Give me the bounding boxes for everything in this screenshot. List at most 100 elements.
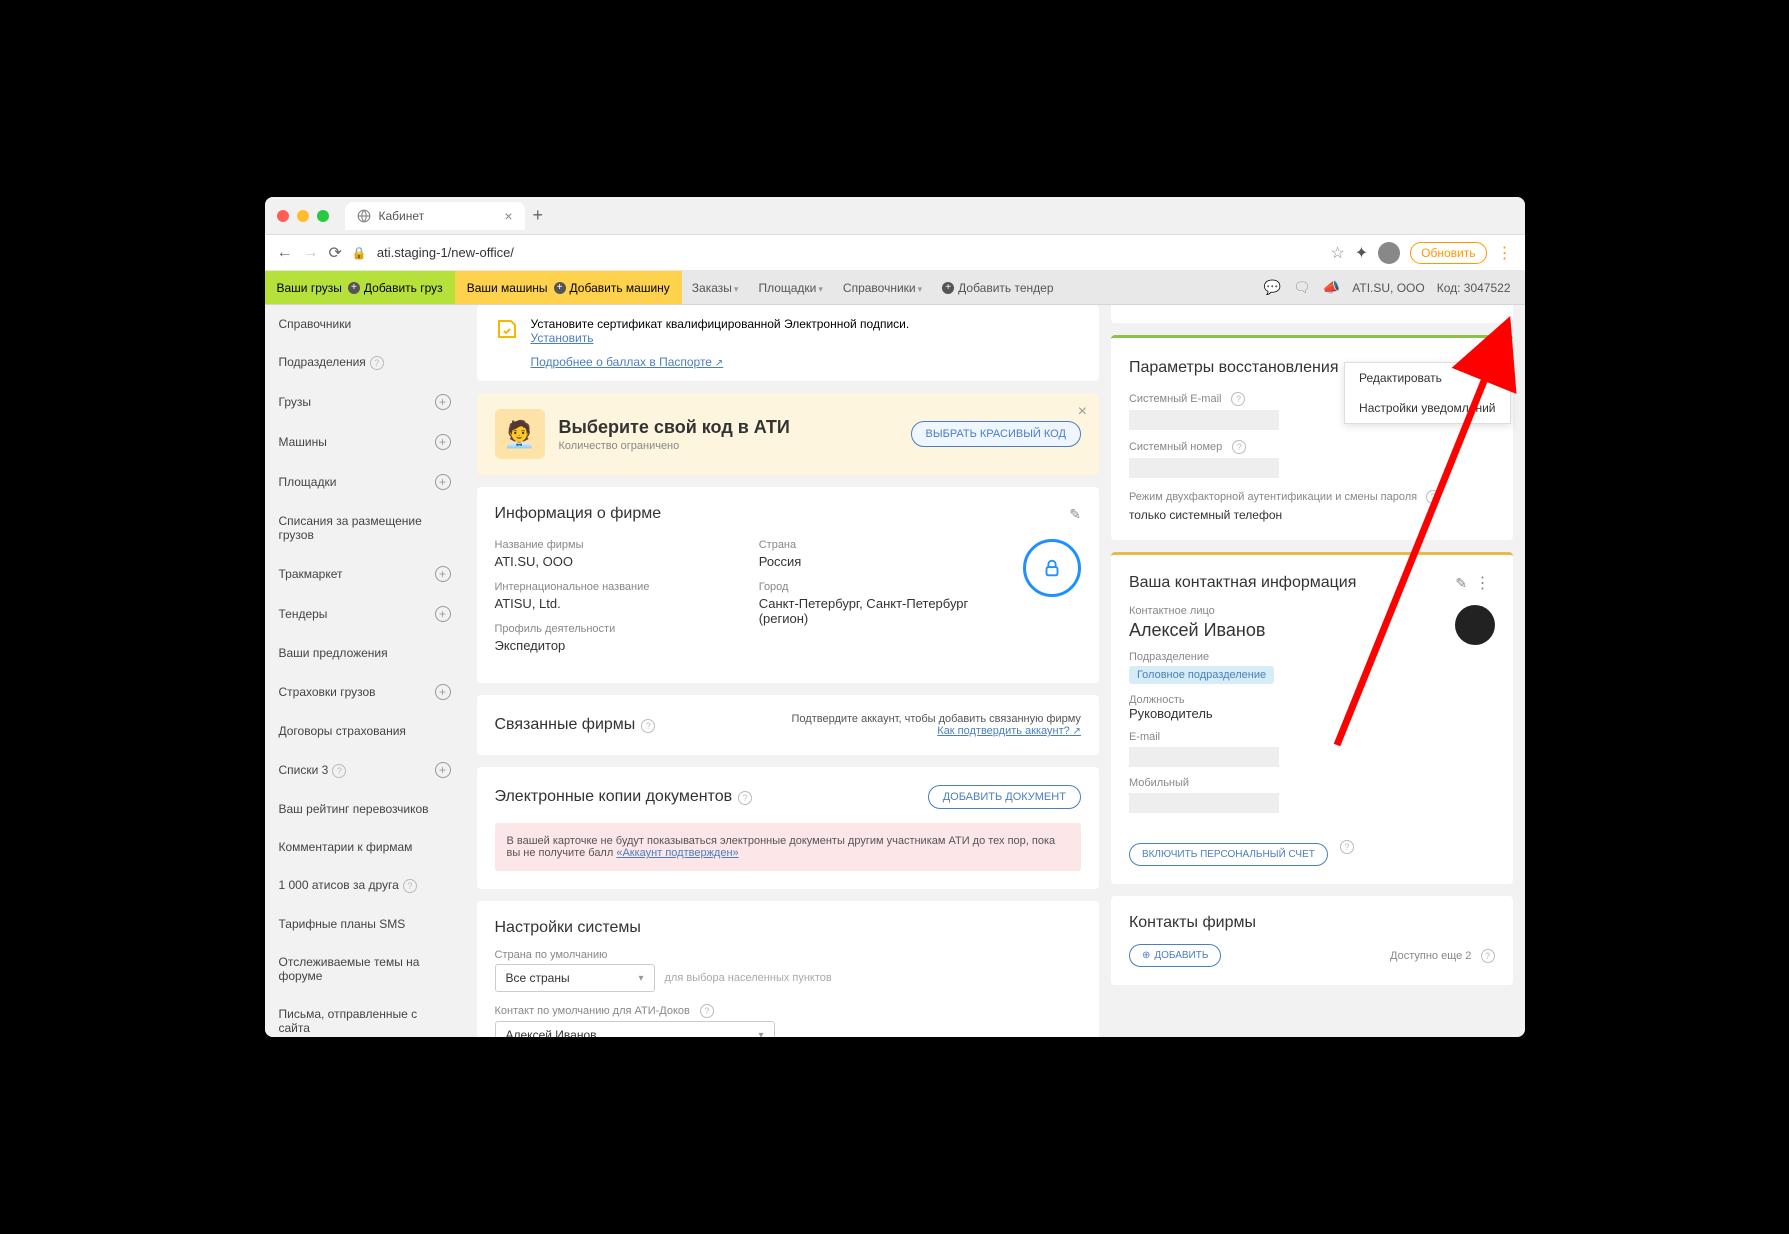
chevron-down-icon: ▾ — [758, 1030, 763, 1038]
sidebar-item[interactable]: Ваши предложения — [265, 634, 465, 672]
sidebar-item[interactable]: Комментарии к фирмам — [265, 828, 465, 866]
default-country-select[interactable]: Все страны▾ — [495, 964, 655, 992]
back-button[interactable]: ← — [277, 244, 293, 262]
forward-button[interactable]: → — [303, 244, 319, 262]
add-icon[interactable]: + — [435, 606, 451, 622]
sidebar-item[interactable]: Тарифные планы SMS — [265, 905, 465, 943]
plus-icon: + — [942, 282, 954, 294]
extensions-icon[interactable]: ✦ — [1355, 243, 1368, 263]
sidebar-item[interactable]: Страховки грузов+ — [265, 672, 465, 712]
add-contact-button[interactable]: ⊕ ДОБАВИТЬ — [1129, 944, 1221, 967]
sidebar-item[interactable]: Грузы+ — [265, 382, 465, 422]
refresh-button[interactable]: Обновить — [1410, 242, 1486, 264]
help-icon[interactable]: ? — [641, 719, 655, 733]
mode-value: только системный телефон — [1129, 508, 1495, 522]
reload-button[interactable]: ⟳ — [329, 243, 342, 263]
sidebar-item[interactable]: Справочники — [265, 305, 465, 343]
passport-link[interactable]: Подробнее о баллах в Паспорте — [531, 355, 724, 369]
browser-tab[interactable]: Кабинет × — [345, 202, 525, 230]
tab-title: Кабинет — [379, 209, 425, 223]
contact-dept-label: Подразделение — [1129, 651, 1495, 663]
globe-icon — [357, 209, 371, 223]
confirm-account-link[interactable]: Как подтвердить аккаунт? — [937, 725, 1081, 737]
sidebar-item[interactable]: 1 000 атисов за друга? — [265, 866, 465, 905]
bookmark-icon[interactable]: ☆ — [1330, 243, 1344, 263]
nav-vehicles[interactable]: Ваши машины +Добавить машину — [455, 271, 682, 304]
add-cargo-button[interactable]: +Добавить груз — [348, 281, 443, 295]
firm-name[interactable]: ATI.SU, ООО — [1352, 281, 1424, 295]
dropdown-edit[interactable]: Редактировать — [1345, 363, 1509, 393]
sidebar-item[interactable]: Отслеживаемые темы на форуме — [265, 943, 465, 995]
sidebar-item[interactable]: Списания за размещение грузов — [265, 502, 465, 554]
add-document-button[interactable]: ДОБАВИТЬ ДОКУМЕНТ — [928, 785, 1081, 809]
firm-country-label: Страна — [759, 539, 993, 551]
new-tab-button[interactable]: + — [533, 205, 544, 226]
sidebar-item[interactable]: Тракмаркет+ — [265, 554, 465, 594]
add-icon[interactable]: + — [435, 394, 451, 410]
minimize-window[interactable] — [297, 210, 309, 222]
help-icon[interactable]: ? — [738, 791, 752, 805]
add-icon[interactable]: + — [435, 762, 451, 778]
lock-icon: 🔒 — [352, 246, 367, 260]
add-vehicle-button[interactable]: +Добавить машину — [554, 281, 670, 295]
edit-contact-icon[interactable]: ✎ — [1455, 575, 1467, 591]
add-tender-button[interactable]: +Добавить тендер — [932, 281, 1063, 295]
sidebar-item-label: Справочники — [279, 317, 352, 331]
profile-avatar[interactable] — [1378, 242, 1400, 264]
add-icon[interactable]: + — [435, 566, 451, 582]
sidebar-item[interactable]: Ваш рейтинг перевозчиков — [265, 790, 465, 828]
sidebar-item-label: Отслеживаемые темы на форуме — [279, 955, 451, 983]
nav-refs[interactable]: Справочники▾ — [833, 281, 932, 295]
chevron-down-icon: ▾ — [918, 284, 923, 294]
add-icon[interactable]: + — [435, 434, 451, 450]
sidebar-item[interactable]: Письма, отправленные с сайта — [265, 995, 465, 1037]
megaphone-icon[interactable]: 📣 — [1323, 279, 1340, 296]
linked-title: Связанные фирмы — [495, 716, 636, 733]
sidebar-item-label: Тендеры — [279, 607, 328, 621]
close-tab-icon[interactable]: × — [504, 208, 512, 224]
account-confirmed-link[interactable]: «Аккаунт подтвержден» — [616, 847, 738, 859]
add-icon[interactable]: + — [435, 684, 451, 700]
sidebar-item[interactable]: Договоры страхования — [265, 712, 465, 750]
help-icon[interactable]: ? — [1231, 392, 1245, 406]
help-icon[interactable]: ? — [1232, 440, 1246, 454]
default-country-label: Страна по умолчанию — [495, 949, 1081, 961]
enable-personal-button[interactable]: ВКЛЮЧИТЬ ПЕРСОНАЛЬНЫЙ СЧЕТ — [1129, 843, 1328, 866]
recovery-title: Параметры восстановления — [1129, 359, 1339, 376]
maximize-window[interactable] — [317, 210, 329, 222]
help-icon[interactable]: ? — [332, 764, 346, 778]
dropdown-notifications[interactable]: Настройки уведомлений — [1345, 393, 1509, 423]
chat-icon[interactable]: 💬 — [1264, 279, 1281, 296]
help-icon[interactable]: ? — [1340, 840, 1354, 854]
speech-icon[interactable]: 🗨 — [1293, 279, 1311, 296]
sidebar-item-label: Машины — [279, 435, 327, 449]
install-link[interactable]: Установить — [531, 331, 594, 345]
sidebar-item-label: Тарифные планы SMS — [279, 917, 406, 931]
nav-orders[interactable]: Заказы▾ — [682, 281, 749, 295]
chevron-down-icon: ▾ — [638, 973, 643, 984]
add-icon[interactable]: + — [435, 474, 451, 490]
contact-menu-button[interactable]: ⋮ — [1471, 573, 1495, 594]
nav-cargo[interactable]: Ваши грузы +Добавить груз — [265, 271, 455, 304]
help-icon[interactable]: ? — [1481, 949, 1495, 963]
nav-platforms[interactable]: Площадки▾ — [748, 281, 832, 295]
help-icon[interactable]: ? — [403, 879, 417, 893]
sidebar-item[interactable]: Подразделения? — [265, 343, 465, 382]
url-text[interactable]: ati.staging-1/new-office/ — [377, 245, 1321, 260]
browser-menu-icon[interactable]: ⋮ — [1497, 243, 1513, 263]
secondary-nav: Ваши грузы +Добавить груз Ваши машины +Д… — [265, 271, 1525, 305]
help-icon[interactable]: ? — [700, 1004, 714, 1018]
default-contact-select[interactable]: Алексей Иванов▾ — [495, 1021, 775, 1037]
sidebar-item[interactable]: Площадки+ — [265, 462, 465, 502]
edit-firm-icon[interactable]: ✎ — [1069, 506, 1081, 523]
close-banner-icon[interactable]: × — [1078, 403, 1087, 421]
sidebar-item[interactable]: Машины + — [265, 422, 465, 462]
choose-code-button[interactable]: ВЫБРАТЬ КРАСИВЫЙ КОД — [911, 421, 1081, 447]
help-icon[interactable]: ? — [370, 356, 384, 370]
close-window[interactable] — [277, 210, 289, 222]
help-icon[interactable]: ? — [1426, 490, 1440, 504]
sidebar-item[interactable]: Списки 3?+ — [265, 750, 465, 790]
system-email-label: Системный E-mail — [1129, 393, 1222, 405]
contacts-available: Доступно еще 2 — [1390, 950, 1471, 962]
sidebar-item[interactable]: Тендеры + — [265, 594, 465, 634]
